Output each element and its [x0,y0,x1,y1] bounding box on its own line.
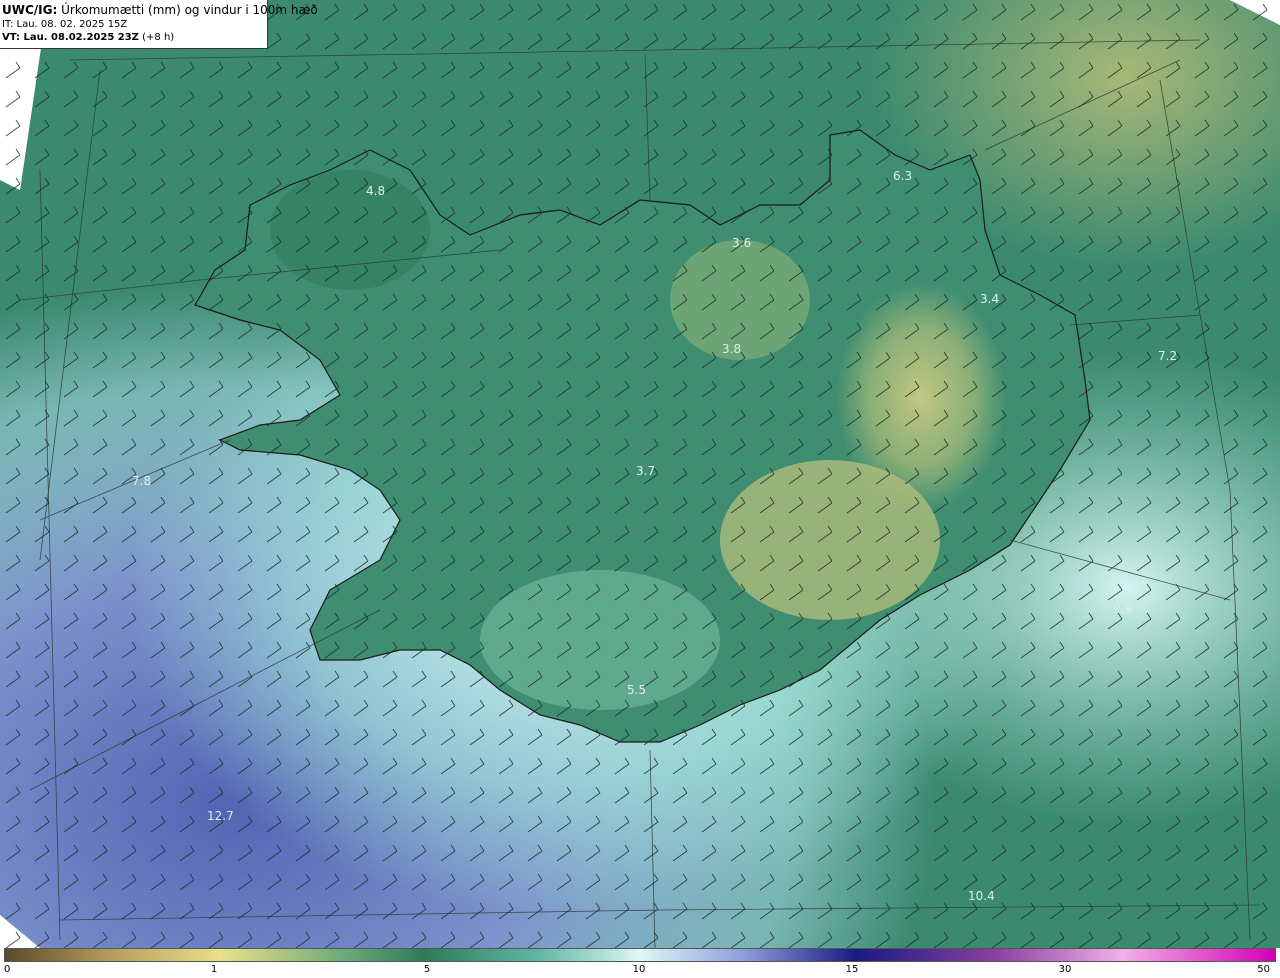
map-label: 3.4 [980,292,999,306]
map-header: UWC/IG: Úrkomumætti (mm) og vindur i 100… [0,0,318,49]
valid-time: VT: Lau. 08.02.2025 23Z [2,32,139,43]
colorbar-gradient [4,948,1276,962]
colorbar-legend: 0 1 5 10 15 30 50 [0,948,1280,978]
map-label: 3.8 [722,342,741,356]
map-title: Úrkomumætti (mm) og vindur i 100m hæð [61,3,318,17]
colorbar-tick: 0 [4,964,11,975]
map-label: 7.8 [132,474,151,488]
map-label: 3.6 [732,236,751,250]
colorbar-tick: 1 [210,964,218,975]
colorbar-tick: 15 [845,964,859,975]
valid-offset: (+8 h) [142,32,175,43]
model-tag: UWC/IG: [2,3,58,17]
init-time: IT: Lau. 08. 02. 2025 15Z [2,19,128,30]
colorbar-tick: 10 [632,964,646,975]
map-label: 4.8 [366,184,385,198]
map-label: 10.4 [968,889,995,903]
colorbar-tick: 50 [1257,964,1270,975]
colorbar-tick: 5 [423,964,431,975]
precipitable-water-map: 4.8 6.3 3.6 3.8 3.7 5.5 12.7 7.2 7.8 9.9… [0,0,1280,948]
map-label: 6.3 [893,169,912,183]
map-label: 3.7 [636,464,655,478]
map-label: 7.2 [1158,349,1177,363]
map-label: 9.9 [1113,602,1132,616]
map-label: 5.5 [627,683,646,697]
map-label: 12.7 [207,809,234,823]
colorbar-tick: 30 [1058,964,1072,975]
